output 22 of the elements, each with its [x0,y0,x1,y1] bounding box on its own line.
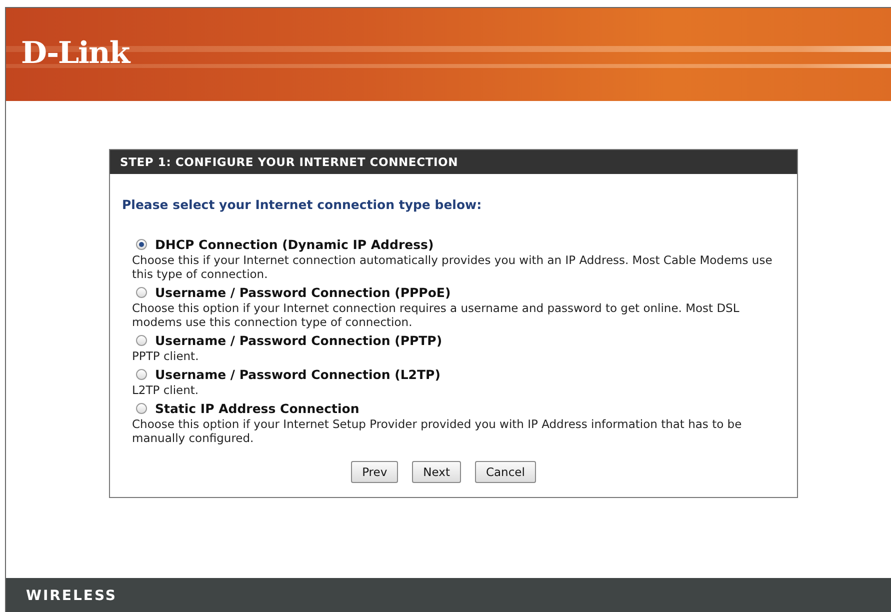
option-label: Static IP Address Connection [155,401,360,416]
radio-button[interactable] [136,239,147,250]
option-label: DHCP Connection (Dynamic IP Address) [155,237,434,252]
instruction-text: Please select your Internet connection type below: [122,197,483,212]
option-description: PPTP client. [132,349,200,363]
brand-logo: D-Link [21,36,130,71]
option-label: Username / Password Connection (PPTP) [155,333,442,348]
option-description: Choose this option if your Internet connection requires a username and password to get online. Most DSL modems use this connection type of connection. [132,301,740,329]
option-label: Username / Password Connection (L2TP) [155,367,440,382]
option-label: Username / Password Connection (PPPoE) [155,285,451,300]
radio-button[interactable] [136,403,147,414]
panel-title: STEP 1: CONFIGURE YOUR INTERNET CONNECTION [110,150,797,174]
footer-label: WIRELESS [25,587,118,604]
radio-button[interactable] [136,287,147,298]
radio-button[interactable] [136,335,147,346]
option-description: Choose this if your Internet connection automatically provides you with an IP Address. Most Cable Modems use this type of connection. [132,253,774,281]
wizard-button[interactable]: Cancel [474,461,536,483]
wizard-button[interactable]: Next [412,461,461,483]
radio-button[interactable] [136,369,147,380]
option-description: Choose this option if your Internet Setup Provider provided you with IP Address information that has to be manually configured. [132,417,743,445]
wizard-button[interactable]: Prev [351,461,398,483]
option-description: L2TP client. [132,383,200,397]
